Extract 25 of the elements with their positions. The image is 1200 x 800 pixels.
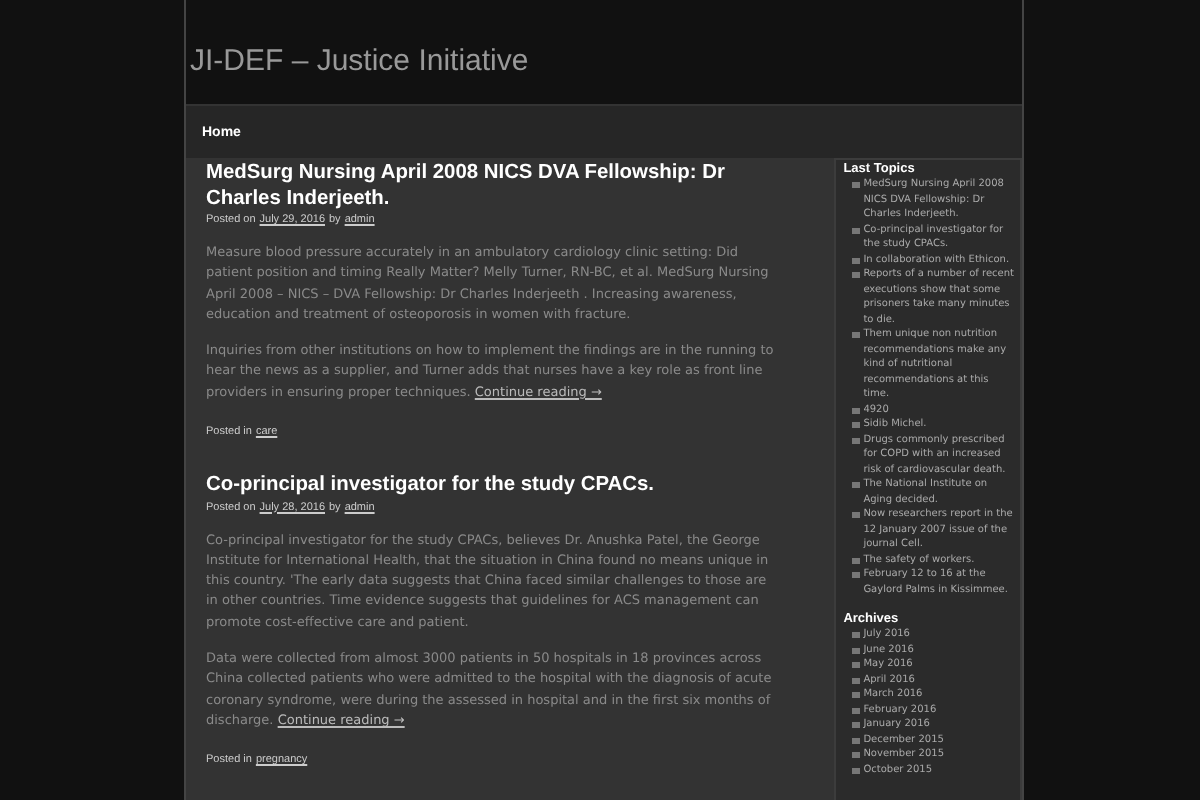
- bullet-icon: [851, 272, 860, 279]
- bullet-icon: [851, 437, 860, 444]
- post-title[interactable]: MedSurg Nursing April 2008 NICS DVA Fellowship: Dr Charles Inderjeeth.: [206, 162, 782, 212]
- bullet-icon: [851, 182, 860, 189]
- bullet-icon: [851, 677, 860, 684]
- bullet-icon: [851, 572, 860, 579]
- bullet-icon: [851, 482, 860, 489]
- bullet-icon: [851, 707, 860, 714]
- bullet-icon: [851, 557, 860, 564]
- post-title[interactable]: Co-principal investigator for the study CPACs.: [206, 474, 782, 500]
- bullet-icon: [851, 332, 860, 339]
- bullet-icon: [851, 752, 860, 759]
- bullet-icon: [851, 692, 860, 699]
- bullet-icon: [851, 407, 860, 414]
- bullet-icon: [851, 767, 860, 774]
- site-title[interactable]: JI-DEF – Justice Initiative: [186, 43, 529, 77]
- bullet-icon: [851, 662, 860, 669]
- bullet-icon: [851, 257, 860, 264]
- bullet-icon: [851, 227, 860, 234]
- bullet-icon: [851, 737, 860, 744]
- bullet-icon: [851, 647, 860, 654]
- bullet-icon: [851, 722, 860, 729]
- bullet-icon: [851, 422, 860, 429]
- bullet-icon: [851, 632, 860, 639]
- bullet-icon: [851, 512, 860, 519]
